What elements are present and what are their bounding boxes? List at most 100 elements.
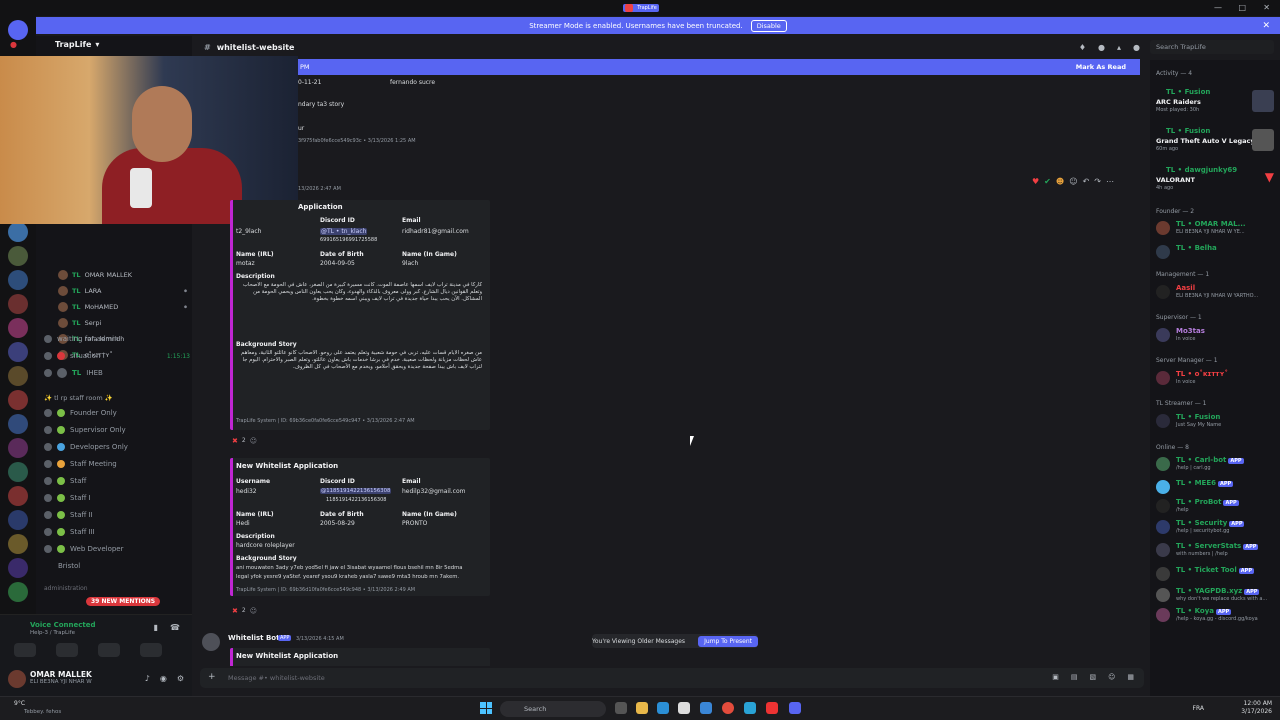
server-icon[interactable] (8, 318, 28, 338)
channel-staff-ii[interactable]: Staff II (44, 507, 190, 523)
member-item[interactable]: Aasil ELI BE3NA YJI NHAR W YARTHO... (1156, 284, 1278, 304)
gif-icon[interactable]: ▤ (1071, 673, 1078, 681)
server-icon[interactable] (8, 582, 28, 602)
voice-channel-waiting[interactable]: waiting for admin (44, 331, 190, 347)
heart-icon[interactable]: ♥ (1032, 177, 1039, 186)
forward-icon[interactable]: ↷ (1094, 177, 1101, 186)
member-item[interactable]: Mo3tas In voice (1156, 327, 1278, 347)
bell-icon[interactable]: ● (1098, 43, 1105, 52)
server-icon[interactable] (8, 414, 28, 434)
voice-user[interactable]: TL LARA ⚫ (58, 284, 188, 298)
minimize-icon[interactable]: — (1214, 3, 1222, 12)
avatar[interactable] (202, 633, 220, 651)
members-icon[interactable]: ● (1133, 43, 1140, 52)
check-icon[interactable]: ✔ (1044, 177, 1051, 186)
pin-icon[interactable]: ▴ (1117, 43, 1121, 52)
voice-user[interactable]: TL MoHAMED ⚫ (58, 300, 188, 314)
category-staff-room[interactable]: ✨ tl rp staff room ✨ (44, 394, 113, 402)
author-name[interactable]: Whitelist Bot (228, 634, 279, 642)
channel-supervisor-only[interactable]: Supervisor Only (44, 422, 190, 438)
new-messages-bar[interactable]: PM Mark As Read (298, 59, 1140, 75)
server-icon[interactable] (8, 438, 28, 458)
add-reaction-icon[interactable]: ☺ (250, 607, 257, 619)
more-icon[interactable]: ⋯ (1106, 177, 1114, 186)
mic-icon[interactable]: ♪ (145, 674, 150, 683)
gift-icon[interactable]: ▣ (1052, 673, 1059, 681)
channel-staff-meeting[interactable]: Staff Meeting (44, 456, 190, 472)
mark-as-read-button[interactable]: Mark As Read (1076, 63, 1126, 71)
discord-icon[interactable] (789, 702, 801, 714)
server-icon[interactable] (8, 222, 28, 242)
member-item[interactable]: TL • ProBot APP/help (1156, 498, 1278, 518)
channel-developers-only[interactable]: Developers Only (44, 439, 190, 455)
soundboard-button[interactable] (140, 643, 162, 657)
member-item[interactable]: TL • Ticket Tool APP (1156, 566, 1278, 586)
add-reaction-icon[interactable]: ☺ (250, 437, 257, 449)
reaction-cross[interactable]: ✖ 2 ☺ (232, 607, 257, 619)
app-icon[interactable] (700, 702, 712, 714)
voice-channel-iheb[interactable]: TL IHEB (44, 365, 190, 381)
channel-staff-i[interactable]: Staff I (44, 490, 190, 506)
channel-web-developer[interactable]: Web Developer (44, 541, 190, 557)
server-icon[interactable] (8, 390, 28, 410)
windows-start-icon[interactable] (480, 702, 492, 714)
server-icon[interactable] (8, 366, 28, 386)
member-item[interactable]: TL • YAGPDB.xyz APP why don't we replace d… (1156, 587, 1278, 607)
activity-card[interactable]: TL • dawgjunky69 VALORANT 4h ago ▼ (1156, 166, 1278, 194)
server-icon[interactable] (8, 510, 28, 530)
channel-bristol[interactable]: Bristol (44, 558, 190, 574)
member-item[interactable]: TL • ᴏ˚ᴋɪᴛᴛʏ˚ In voice (1156, 370, 1278, 390)
store-icon[interactable] (678, 702, 690, 714)
user-mention[interactable]: @1185191422136156308 (320, 488, 392, 494)
disconnect-icon[interactable]: ☎ (170, 623, 180, 632)
app-icon[interactable] (766, 702, 778, 714)
member-item[interactable]: TL • Belha (1156, 244, 1278, 260)
avatar[interactable] (8, 670, 26, 688)
user-mention[interactable]: @TL • tn_klach (320, 228, 368, 235)
screen-share-button[interactable] (56, 643, 78, 657)
language-indicator[interactable]: FRA (1193, 705, 1204, 712)
member-item[interactable]: TL • MEE6 APP (1156, 479, 1278, 499)
voice-channel[interactable]: Help-3 / TrapLife (30, 630, 75, 636)
gear-icon[interactable]: ⚙ (177, 674, 184, 683)
signal-icon[interactable]: ▮ (154, 623, 158, 632)
weather-temp[interactable]: 9°C (14, 700, 25, 707)
server-icon[interactable] (8, 246, 28, 266)
channel-staff[interactable]: Staff (44, 473, 190, 489)
disable-streamer-button[interactable]: Disable (750, 19, 787, 32)
server-icon[interactable] (8, 486, 28, 506)
reply-icon[interactable]: ↶ (1083, 177, 1090, 186)
telegram-icon[interactable] (744, 702, 756, 714)
threads-icon[interactable]: ♦ (1079, 43, 1086, 52)
channel-founder-only[interactable]: Founder Only (44, 405, 190, 421)
close-banner-icon[interactable]: ✕ (1262, 21, 1270, 31)
server-icon[interactable] (8, 342, 28, 362)
camera-button[interactable] (14, 643, 36, 657)
activity-button[interactable] (98, 643, 120, 657)
server-icon[interactable] (8, 534, 28, 554)
emoji-icon[interactable]: ☺ (1108, 673, 1115, 681)
server-icon[interactable] (8, 462, 28, 482)
member-item[interactable]: TL • Carl-bot APP/help | carl.gg (1156, 456, 1278, 476)
server-icon[interactable] (8, 558, 28, 578)
headphones-icon[interactable]: ◉ (160, 674, 167, 683)
server-header[interactable]: ● TrapLife ▾ (10, 40, 99, 49)
server-icon[interactable] (8, 294, 28, 314)
edge-icon[interactable] (657, 702, 669, 714)
search-input[interactable]: Search TrapLife (1150, 40, 1274, 54)
add-reaction-icon[interactable]: ☺ (1069, 177, 1077, 186)
member-item[interactable]: TL • ServerStats APP with numbers | /help (1156, 542, 1278, 562)
voice-channel-situation[interactable]: situation l 1:15:13 (44, 348, 190, 364)
clock[interactable]: 12:00 AM 3/17/2026 (1241, 700, 1272, 717)
jump-to-present-button[interactable]: Jump To Present (698, 635, 758, 647)
member-item[interactable]: TL • Fusion Just Say My Name (1156, 413, 1278, 433)
home-icon[interactable] (8, 20, 28, 40)
task-view-icon[interactable] (615, 702, 627, 714)
voice-user[interactable]: TL Serpi (58, 316, 188, 330)
message-input[interactable]: Message #• whitelist-website (228, 674, 325, 682)
sticker-icon[interactable]: ▧ (1089, 673, 1096, 681)
plus-icon[interactable]: + (208, 672, 216, 682)
activity-card[interactable]: TL • Fusion Grand Theft Auto V Legacy 60m … (1156, 127, 1278, 155)
activity-card[interactable]: TL • Fusion ARC Raiders Most played: 30h (1156, 88, 1278, 116)
maximize-icon[interactable]: □ (1238, 3, 1246, 12)
